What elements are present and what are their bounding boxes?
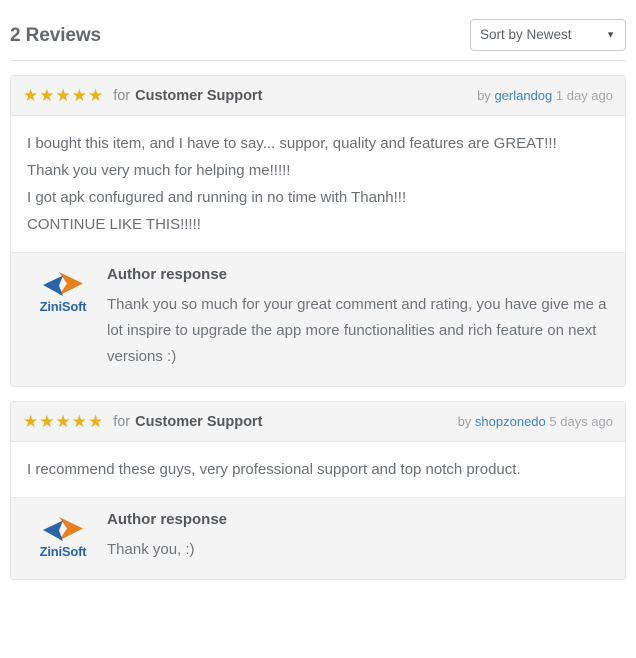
review-text-line: I bought this item, and I have to say...… bbox=[27, 135, 557, 152]
author-logo: ZiniSoft bbox=[27, 267, 99, 370]
review-for-label: for bbox=[113, 413, 131, 430]
author-response-content: Author response Thank you so much for yo… bbox=[99, 267, 609, 370]
review-author-link[interactable]: shopzonedo bbox=[475, 414, 546, 429]
author-response-text: Thank you so much for your great comment… bbox=[107, 296, 607, 365]
author-response: ZiniSoft Author response Thank you, :) bbox=[11, 497, 625, 579]
author-response-text: Thank you, :) bbox=[107, 541, 195, 558]
reviews-page: 2 Reviews Sort by Newest ▼ ★★★★★ for Cus… bbox=[0, 0, 636, 580]
review-card: ★★★★★ for Customer Support by gerlandog … bbox=[10, 75, 626, 387]
review-body: I recommend these guys, very professiona… bbox=[11, 442, 625, 497]
page-title: 2 Reviews bbox=[10, 24, 101, 46]
author-logo-label: ZiniSoft bbox=[39, 544, 87, 559]
review-timestamp: 1 day ago bbox=[555, 88, 613, 103]
author-response-title: Author response bbox=[107, 511, 228, 528]
review-item-title: Customer Support bbox=[135, 87, 263, 104]
review-by-label: by bbox=[457, 414, 472, 429]
review-card: ★★★★★ for Customer Support by shopzonedo… bbox=[10, 401, 626, 580]
rating-stars: ★★★★★ bbox=[23, 86, 105, 105]
author-logo-label: ZiniSoft bbox=[39, 299, 87, 314]
review-header: ★★★★★ for Customer Support by shopzonedo… bbox=[11, 402, 625, 442]
sort-dropdown-value: Sort by Newest bbox=[480, 27, 572, 43]
review-header-left: ★★★★★ for Customer Support bbox=[23, 413, 262, 430]
sort-dropdown[interactable]: Sort by Newest ▼ bbox=[470, 19, 626, 51]
review-text-line: Thank you very much for helping me!!!!! bbox=[27, 162, 291, 179]
author-response: ZiniSoft Author response Thank you so mu… bbox=[11, 252, 625, 386]
review-body: I bought this item, and I have to say...… bbox=[11, 116, 625, 252]
author-response-content: Author response Thank you, :) bbox=[99, 512, 609, 563]
review-timestamp: 5 days ago bbox=[549, 414, 613, 429]
review-for-label: for bbox=[113, 87, 131, 104]
zinisoft-logo-icon bbox=[43, 517, 83, 541]
author-response-title: Author response bbox=[107, 266, 228, 283]
review-byline: by shopzonedo 5 days ago bbox=[458, 414, 613, 429]
rating-stars: ★★★★★ bbox=[23, 412, 105, 431]
review-text-line: I recommend these guys, very professiona… bbox=[27, 461, 521, 478]
review-header-left: ★★★★★ for Customer Support bbox=[23, 87, 262, 104]
review-header: ★★★★★ for Customer Support by gerlandog … bbox=[11, 76, 625, 116]
review-byline: by gerlandog 1 day ago bbox=[477, 88, 613, 103]
zinisoft-logo-icon bbox=[43, 272, 83, 296]
review-text-line: CONTINUE LIKE THIS!!!!! bbox=[27, 216, 201, 233]
reviews-toolbar: 2 Reviews Sort by Newest ▼ bbox=[0, 0, 636, 56]
author-logo: ZiniSoft bbox=[27, 512, 99, 563]
review-author-link[interactable]: gerlandog bbox=[494, 88, 552, 103]
toolbar-divider bbox=[10, 60, 626, 61]
review-text-line: I got apk confugured and running in no t… bbox=[27, 189, 407, 206]
review-by-label: by bbox=[477, 88, 491, 103]
review-item-title: Customer Support bbox=[135, 413, 263, 430]
chevron-down-icon: ▼ bbox=[606, 29, 615, 40]
